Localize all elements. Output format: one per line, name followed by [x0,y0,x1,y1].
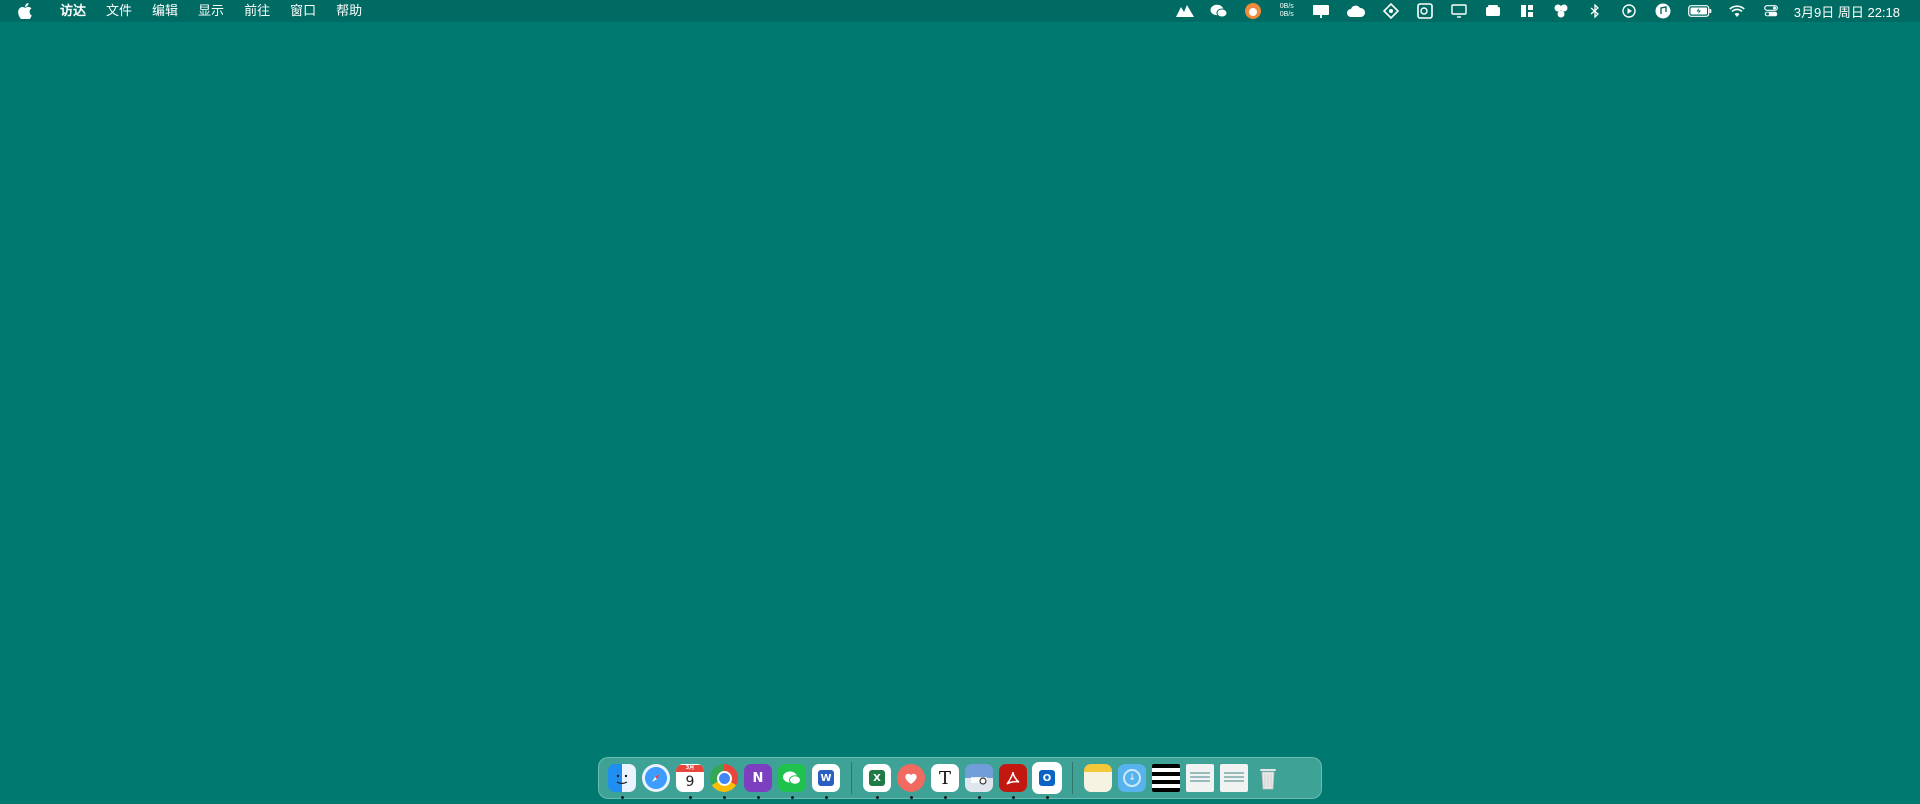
cloud-icon[interactable] [1338,0,1374,22]
calendar-day: 9 [685,773,695,790]
preview-icon [965,764,993,792]
running-indicator [875,796,879,799]
apple-icon[interactable] [16,0,34,22]
running-indicator [756,796,760,799]
outlook-app-icon: O [1032,762,1062,794]
excel-letter: X [869,770,885,786]
dock-separator [851,762,852,794]
dock-notes[interactable] [1083,763,1113,793]
acrobat-icon [999,764,1027,792]
downloads-folder-icon: ↓ [1118,764,1146,792]
running-indicator [824,796,828,799]
wechat-app-icon [778,764,806,792]
document-thumbnail-icon [1220,764,1248,792]
typora-icon: T [931,764,959,792]
running-indicator [620,796,624,799]
document-lines [1224,772,1244,784]
peaks-icon[interactable] [1168,0,1202,22]
word-icon: W [812,764,840,792]
lark-app-icon [897,764,925,792]
menu-clock[interactable]: 3月9日 周日 22:18 [1788,2,1906,21]
calendar-icon: 3月 9 [676,764,704,792]
menu-right-status: 0B/s 0B/s 3月9日 周日 22:18 [1168,0,1920,22]
dock-downloads[interactable]: ↓ [1117,763,1147,793]
menu-left: 访达 文件 编辑 显示 前往 窗口 帮助 [0,0,372,22]
dock-chrome[interactable] [709,763,739,799]
dock-word[interactable]: W [811,763,841,799]
running-indicator [1011,796,1015,799]
dock-calendar[interactable]: 3月 9 [675,763,705,799]
screen-icon[interactable] [1442,0,1476,22]
download-arrow-icon: ↓ [1123,769,1141,787]
finder-icon [608,764,636,792]
menu-file[interactable]: 文件 [96,0,142,22]
notes-icon [1084,764,1112,792]
excel-icon: X [863,764,891,792]
menu-window[interactable]: 窗口 [280,0,326,22]
wechat-icon[interactable] [1202,0,1236,22]
outlook-letter: O [1039,770,1055,786]
dock-preview[interactable] [964,763,994,799]
running-indicator [977,796,981,799]
dock-trash[interactable] [1253,763,1283,793]
play-icon[interactable] [1612,0,1646,22]
stack-icon[interactable] [1476,0,1510,22]
running-indicator [790,796,794,799]
calendar-month: 3月 [676,764,704,772]
chrome-icon [710,764,738,792]
running-indicator [1045,796,1049,799]
dock-thumbnail-3[interactable] [1219,763,1249,793]
dock-lark[interactable] [896,763,926,799]
dock-wechat[interactable] [777,763,807,799]
menu-go[interactable]: 前往 [234,0,280,22]
dock: 3月 9 N W X T O ↓ [598,757,1322,799]
running-indicator [722,796,726,799]
safari-icon [642,764,670,792]
outlook-icon[interactable] [1408,0,1442,22]
cat-icon[interactable] [1236,0,1270,22]
menu-bar: 访达 文件 编辑 显示 前往 窗口 帮助 0B/s 0B/s 3月9日 周日 2… [0,0,1920,22]
network-up: 0B/s [1279,3,1294,10]
music-icon[interactable] [1646,0,1680,22]
onenote-icon: N [744,764,772,792]
chrome-core [716,770,732,786]
word-letter: W [818,770,834,786]
bluetooth-icon[interactable] [1578,0,1612,22]
dock-outlook[interactable]: O [1032,762,1062,799]
dock-finder[interactable] [607,763,637,799]
network-speed[interactable]: 0B/s 0B/s [1270,0,1304,22]
satellite-icon[interactable] [1374,0,1408,22]
document-lines [1190,772,1210,784]
network-down: 0B/s [1279,11,1294,18]
menu-edit[interactable]: 编辑 [142,0,188,22]
wifi-icon[interactable] [1720,0,1754,22]
dock-thumbnail-2[interactable] [1185,763,1215,793]
document-thumbnail-icon [1186,764,1214,792]
dock-acrobat[interactable] [998,763,1028,799]
menu-help[interactable]: 帮助 [326,0,372,22]
menu-view[interactable]: 显示 [188,0,234,22]
display-icon[interactable] [1304,0,1338,22]
menu-app-finder[interactable]: 访达 [50,0,96,22]
dock-typora[interactable]: T [930,763,960,799]
lark-icon[interactable] [1544,0,1578,22]
dock-thumbnail-1[interactable] [1151,763,1181,793]
running-indicator [909,796,913,799]
trash-icon [1254,764,1282,792]
dock-separator [1072,762,1073,794]
control-center-icon[interactable] [1754,0,1788,22]
battery-icon[interactable] [1680,0,1720,22]
running-indicator [943,796,947,799]
image-thumbnail-icon [1152,764,1180,792]
layout-icon[interactable] [1510,0,1544,22]
running-indicator [688,796,692,799]
dock-onenote[interactable]: N [743,763,773,799]
dock-safari[interactable] [641,763,671,793]
dock-excel[interactable]: X [862,763,892,799]
